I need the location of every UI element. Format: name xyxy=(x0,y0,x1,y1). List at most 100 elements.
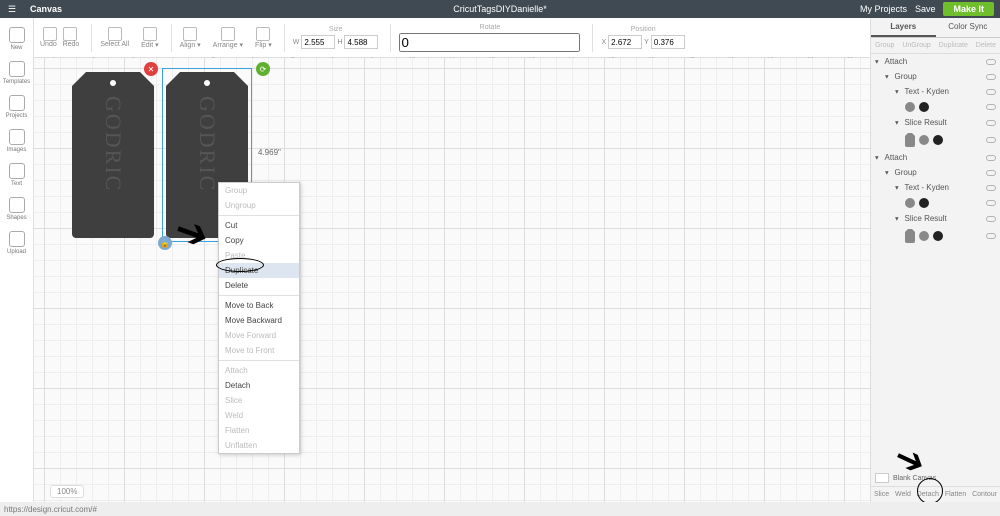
align-menu[interactable]: Align ▾ xyxy=(176,25,205,51)
ctx-attach: Attach xyxy=(219,363,299,378)
projects-button[interactable]: Projects xyxy=(3,90,31,124)
top-bar: ☰ Canvas CricutTagsDIYDanielle* My Proje… xyxy=(0,0,1000,18)
visibility-icon[interactable] xyxy=(986,104,996,110)
y-input[interactable] xyxy=(651,35,685,49)
size-fields: Size W H xyxy=(289,24,383,51)
ctx-weld: Weld xyxy=(219,408,299,423)
position-fields: Position X Y xyxy=(597,24,688,51)
tag-thumb-icon xyxy=(905,229,915,243)
left-rail: New Templates Projects Images Text Shape… xyxy=(0,18,34,502)
tag-text: GODRIC xyxy=(100,96,126,192)
status-bar: https://design.cricut.com/# xyxy=(0,502,1000,516)
layer-group[interactable]: Group xyxy=(871,165,1000,180)
hamburger-icon[interactable]: ☰ xyxy=(0,4,24,15)
edit-menu[interactable]: Edit ▾ xyxy=(137,25,163,51)
layer-group[interactable]: Group xyxy=(871,69,1000,84)
text-button[interactable]: Text xyxy=(3,158,31,192)
app-title: Canvas xyxy=(30,4,62,14)
visibility-icon[interactable] xyxy=(986,170,996,176)
status-url: https://design.cricut.com/# xyxy=(4,505,97,514)
tool-group[interactable]: Group xyxy=(875,42,894,49)
my-projects-link[interactable]: My Projects xyxy=(860,4,907,14)
ctx-group: Group xyxy=(219,183,299,198)
flatten-button[interactable]: Flatten xyxy=(945,491,966,498)
templates-button[interactable]: Templates xyxy=(3,56,31,90)
undo-label: Undo xyxy=(40,41,57,48)
ctx-move-backward[interactable]: Move Backward xyxy=(219,313,299,328)
ctx-slice: Slice xyxy=(219,393,299,408)
weld-button[interactable]: Weld xyxy=(895,491,911,498)
save-link[interactable]: Save xyxy=(915,4,936,14)
visibility-icon[interactable] xyxy=(986,120,996,126)
visibility-icon[interactable] xyxy=(986,59,996,65)
visibility-icon[interactable] xyxy=(986,137,996,143)
visibility-icon[interactable] xyxy=(986,216,996,222)
layer-swatch-row[interactable] xyxy=(871,226,1000,246)
canvas[interactable]: GODRIC GODRIC ✕ ⟳ ⤡ 🔒 4.969" xyxy=(34,58,870,502)
height-readout: 4.969" xyxy=(258,148,281,157)
images-button[interactable]: Images xyxy=(3,124,31,158)
make-it-button[interactable]: Make It xyxy=(943,2,994,16)
delete-handle-icon[interactable]: ✕ xyxy=(144,62,158,76)
layer-swatch-row[interactable] xyxy=(871,130,1000,150)
tab-colorsync[interactable]: Color Sync xyxy=(936,18,1000,37)
new-button[interactable]: New xyxy=(3,22,31,56)
zoom-level[interactable]: 100% xyxy=(50,485,84,498)
visibility-icon[interactable] xyxy=(986,89,996,95)
ctx-paste: Paste xyxy=(219,248,299,263)
ctx-move-to-back[interactable]: Move to Back xyxy=(219,298,299,313)
visibility-icon[interactable] xyxy=(986,185,996,191)
visibility-icon[interactable] xyxy=(986,200,996,206)
layer-swatch-row[interactable] xyxy=(871,195,1000,211)
layer-attach[interactable]: Attach xyxy=(871,54,1000,69)
rotate-handle-icon[interactable]: ⟳ xyxy=(256,62,270,76)
tab-layers[interactable]: Layers xyxy=(871,18,936,37)
tag-hole xyxy=(110,80,116,86)
rotate-input[interactable] xyxy=(399,33,580,52)
visibility-icon[interactable] xyxy=(986,233,996,239)
tag-thumb-icon xyxy=(905,133,915,147)
project-title: CricutTagsDIYDanielle* xyxy=(453,4,547,14)
layer-slice[interactable]: Slice Result xyxy=(871,211,1000,226)
visibility-icon[interactable] xyxy=(986,74,996,80)
redo-icon[interactable] xyxy=(63,27,77,41)
detach-button[interactable]: Detach xyxy=(917,491,939,498)
layer-text[interactable]: Text - Kyden xyxy=(871,84,1000,99)
arrange-menu[interactable]: Arrange ▾ xyxy=(209,25,247,51)
ctx-flatten: Flatten xyxy=(219,423,299,438)
height-input[interactable] xyxy=(344,35,378,49)
visibility-icon[interactable] xyxy=(986,155,996,161)
layers-panel: Layers Color Sync Group UnGroup Duplicat… xyxy=(870,18,1000,502)
ctx-unflatten: Unflatten xyxy=(219,438,299,453)
upload-button[interactable]: Upload xyxy=(3,226,31,260)
layer-attach[interactable]: Attach xyxy=(871,150,1000,165)
ctx-move-forward: Move Forward xyxy=(219,328,299,343)
redo-label: Redo xyxy=(63,41,80,48)
shapes-button[interactable]: Shapes xyxy=(3,192,31,226)
layer-slice[interactable]: Slice Result xyxy=(871,115,1000,130)
x-input[interactable] xyxy=(608,35,642,49)
tag-shape[interactable]: GODRIC xyxy=(72,72,154,238)
toolbar: Undo Redo Select All Edit ▾ Align ▾ Arra… xyxy=(0,18,1000,58)
contour-button[interactable]: Contour xyxy=(972,491,997,498)
ctx-duplicate[interactable]: Duplicate xyxy=(219,263,299,278)
layer-swatch-row[interactable] xyxy=(871,99,1000,115)
tool-duplicate[interactable]: Duplicate xyxy=(939,42,968,49)
slice-button[interactable]: Slice xyxy=(874,491,889,498)
ctx-copy[interactable]: Copy xyxy=(219,233,299,248)
ctx-detach[interactable]: Detach xyxy=(219,378,299,393)
tool-ungroup[interactable]: UnGroup xyxy=(902,42,930,49)
undo-icon[interactable] xyxy=(43,27,57,41)
ctx-delete[interactable]: Delete xyxy=(219,278,299,293)
tool-delete[interactable]: Delete xyxy=(976,42,996,49)
ctx-cut[interactable]: Cut xyxy=(219,218,299,233)
tag-text: GODRIC xyxy=(194,96,220,192)
ctx-move-to-front: Move to Front xyxy=(219,343,299,358)
width-input[interactable] xyxy=(301,35,335,49)
context-menu: Group Ungroup Cut Copy Paste Duplicate D… xyxy=(218,182,300,454)
ctx-ungroup: Ungroup xyxy=(219,198,299,213)
select-all-button[interactable]: Select All xyxy=(96,25,133,50)
tag-hole xyxy=(204,80,210,86)
layer-text[interactable]: Text - Kyden xyxy=(871,180,1000,195)
flip-menu[interactable]: Flip ▾ xyxy=(251,25,276,51)
